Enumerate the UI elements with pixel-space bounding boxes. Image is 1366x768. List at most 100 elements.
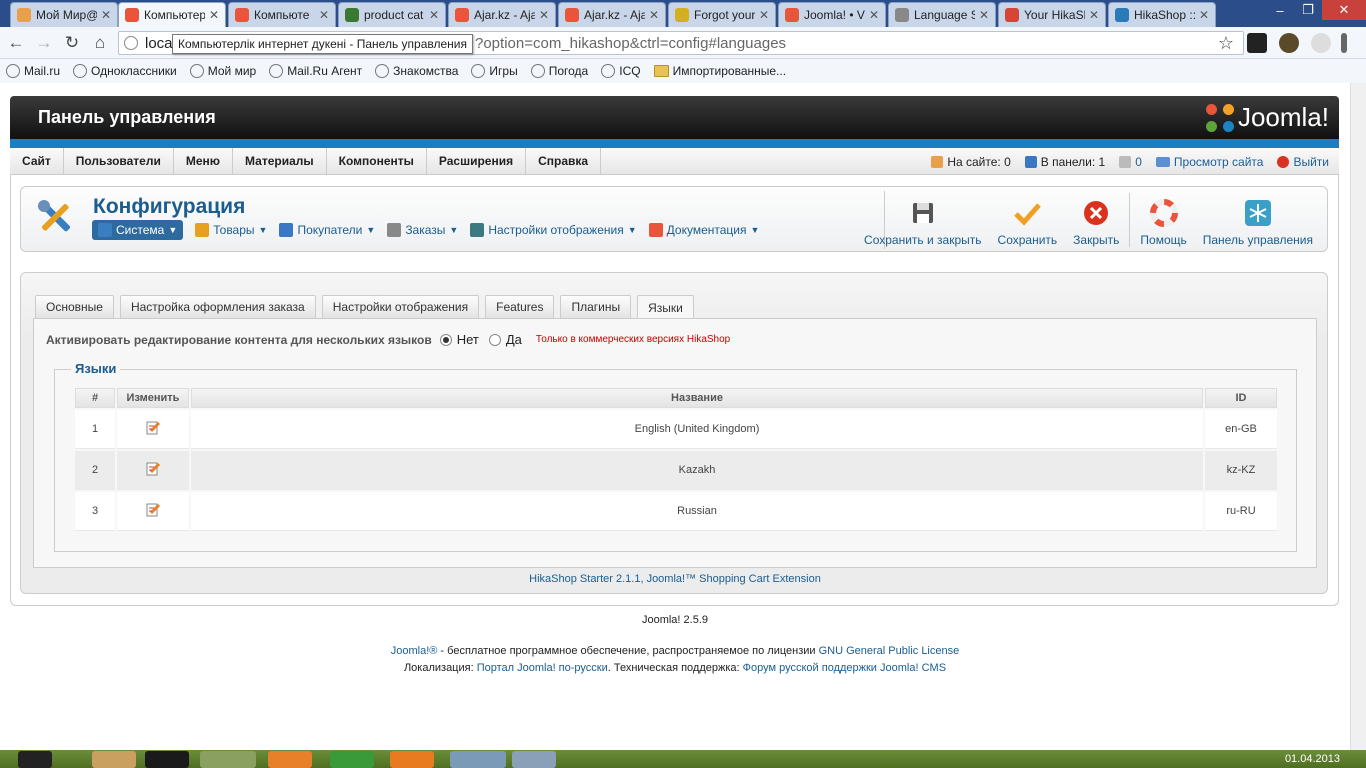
browser-tab[interactable]: Forgot your ✕ — [668, 2, 776, 27]
taskbar-joomla-icon[interactable] — [268, 751, 312, 768]
config-tab[interactable]: Features — [485, 295, 555, 318]
help-button[interactable]: Помощь — [1132, 193, 1194, 247]
messages-status[interactable]: 0 — [1119, 155, 1142, 169]
edit-icon[interactable] — [146, 420, 161, 435]
browser-tab[interactable]: product cat ✕ — [338, 2, 446, 27]
taskbar-chrome-icon[interactable] — [200, 751, 256, 768]
bookmark-item[interactable]: Mail.ru — [6, 64, 60, 78]
view-site-link[interactable]: Просмотр сайта — [1155, 155, 1264, 169]
taskbar-icq-icon[interactable] — [330, 751, 374, 768]
top-menu-item[interactable]: Сайт — [10, 147, 64, 175]
bookmark-item[interactable]: Знакомства — [375, 64, 458, 78]
bookmark-item[interactable]: Импортированные... — [653, 64, 786, 78]
localization-line: Локализация: Портал Joomla! по-русски. Т… — [0, 660, 1350, 677]
gpl-link[interactable]: GNU General Public License — [819, 645, 960, 657]
logout-label[interactable]: Выйти — [1293, 155, 1329, 169]
bookmark-item[interactable]: Одноклассники — [73, 64, 177, 78]
tab-close-icon[interactable]: ✕ — [869, 8, 879, 22]
dashboard-button[interactable]: Панель управления — [1195, 193, 1321, 247]
menu-icon[interactable] — [1341, 33, 1347, 53]
forward-arrow-icon[interactable]: → — [34, 33, 54, 53]
back-arrow-icon[interactable]: ← — [6, 33, 26, 53]
maximize-icon[interactable]: ❐ — [1294, 0, 1322, 20]
browser-tab[interactable]: Your HikaSh ✕ — [998, 2, 1106, 27]
multilang-setting: Активировать редактирование контента для… — [46, 332, 730, 347]
close-button[interactable]: Закрыть — [1065, 193, 1127, 247]
tab-close-icon[interactable]: ✕ — [101, 8, 111, 22]
taskbar-explorer-icon[interactable] — [92, 751, 136, 768]
bookmark-star-icon[interactable]: ☆ — [1216, 33, 1236, 53]
extension-clock-icon[interactable] — [1279, 33, 1299, 53]
config-tab[interactable]: Плагины — [560, 295, 632, 318]
save-close-label: Сохранить и закрыть — [864, 233, 982, 247]
view-site-label[interactable]: Просмотр сайта — [1174, 155, 1264, 169]
config-submenu-item[interactable]: Заказы ▼ — [387, 223, 458, 237]
config-tab[interactable]: Основные — [35, 295, 114, 318]
joomla-link[interactable]: Joomla!® — [391, 645, 438, 657]
tab-close-icon[interactable]: ✕ — [429, 8, 439, 22]
extension-hand-icon[interactable] — [1247, 33, 1267, 53]
browser-tab[interactable]: Ajar.kz - Aja ✕ — [558, 2, 666, 27]
multilang-yes-label[interactable]: Да — [506, 332, 522, 347]
tab-close-icon[interactable]: ✕ — [539, 8, 549, 22]
bookmark-item[interactable]: ICQ — [601, 64, 641, 78]
home-icon[interactable]: ⌂ — [90, 33, 110, 53]
tab-close-icon[interactable]: ✕ — [649, 8, 659, 22]
edit-icon[interactable] — [146, 461, 161, 476]
taskbar-xampp-icon[interactable] — [390, 751, 434, 768]
config-tab[interactable]: Настройки отображения — [321, 295, 480, 318]
save-button[interactable]: Сохранить — [990, 193, 1066, 247]
messages-count[interactable]: 0 — [1135, 155, 1142, 169]
bookmark-item[interactable]: Мой мир — [189, 64, 256, 78]
support-forum-link[interactable]: Форум русской поддержки Joomla! CMS — [743, 662, 946, 674]
browser-tab[interactable]: Мой Мир@ ✕ — [10, 2, 118, 27]
top-menu-item[interactable]: Пользователи — [64, 147, 174, 175]
bookmark-item[interactable]: Игры — [471, 64, 518, 78]
tab-close-icon[interactable]: ✕ — [319, 8, 329, 22]
browser-tab[interactable]: Ajar.kz - Aja ✕ — [448, 2, 556, 27]
top-menu-item[interactable]: Компоненты — [327, 147, 427, 175]
multilang-no-label[interactable]: Нет — [457, 332, 479, 347]
multilang-yes-radio[interactable] — [488, 333, 501, 346]
browser-tab[interactable]: HikaShop :: ✕ — [1108, 2, 1216, 27]
multilang-no-radio[interactable] — [439, 333, 452, 346]
save-close-button[interactable]: Сохранить и закрыть — [856, 193, 989, 247]
config-tab[interactable]: Настройка оформления заказа — [119, 295, 316, 318]
top-menu-item[interactable]: Расширения — [427, 147, 527, 175]
start-button-icon[interactable] — [18, 751, 52, 768]
config-submenu-item[interactable]: Покупатели ▼ — [279, 223, 375, 237]
config-submenu-item[interactable]: Товары ▼ — [195, 223, 267, 237]
logout-link[interactable]: Выйти — [1277, 155, 1329, 169]
help-label: Помощь — [1140, 233, 1187, 247]
bookmark-item[interactable]: Mail.Ru Агент — [269, 64, 362, 78]
taskbar-tools-icon[interactable] — [512, 751, 556, 768]
edit-icon[interactable] — [146, 502, 161, 517]
close-window-icon[interactable]: ✕ — [1322, 0, 1366, 20]
top-menu-item[interactable]: Меню — [174, 147, 234, 175]
bookmark-item[interactable]: Погода — [530, 64, 588, 78]
top-menu-item[interactable]: Справка — [526, 147, 602, 175]
browser-tab[interactable]: Компьютер ✕ — [118, 2, 226, 27]
page-scrollbar[interactable] — [1350, 83, 1366, 750]
config-submenu-item[interactable]: Система ▼ — [92, 220, 184, 240]
minimize-icon[interactable]: – — [1266, 0, 1294, 20]
browser-tab[interactable]: Language S ✕ — [888, 2, 996, 27]
chevron-down-icon: ▼ — [627, 225, 637, 235]
browser-tab[interactable]: Joomla! • Vi ✕ — [778, 2, 886, 27]
top-menu-item[interactable]: Материалы — [233, 147, 327, 175]
config-submenu-item[interactable]: Настройки отображения ▼ — [470, 223, 637, 237]
browser-tab[interactable]: Компьюте ✕ — [228, 2, 336, 27]
taskbar-window-icon[interactable] — [450, 751, 506, 768]
joomla-russian-portal-link[interactable]: Портал Joomla! по-русски — [477, 662, 608, 674]
config-submenu-item[interactable]: Документация ▼ — [648, 223, 759, 237]
config-tab[interactable]: Языки — [637, 295, 694, 319]
reload-icon[interactable]: ↻ — [62, 33, 82, 53]
tab-close-icon[interactable]: ✕ — [979, 8, 989, 22]
tab-close-icon[interactable]: ✕ — [1199, 8, 1209, 22]
extension-notification-icon[interactable] — [1311, 33, 1331, 53]
tab-close-icon[interactable]: ✕ — [209, 8, 219, 22]
taskbar-app-icon[interactable] — [145, 751, 189, 768]
tab-close-icon[interactable]: ✕ — [1089, 8, 1099, 22]
tab-close-icon[interactable]: ✕ — [759, 8, 769, 22]
hikashop-footer[interactable]: HikaShop Starter 2.1.1, Joomla!™ Shoppin… — [0, 573, 1350, 585]
